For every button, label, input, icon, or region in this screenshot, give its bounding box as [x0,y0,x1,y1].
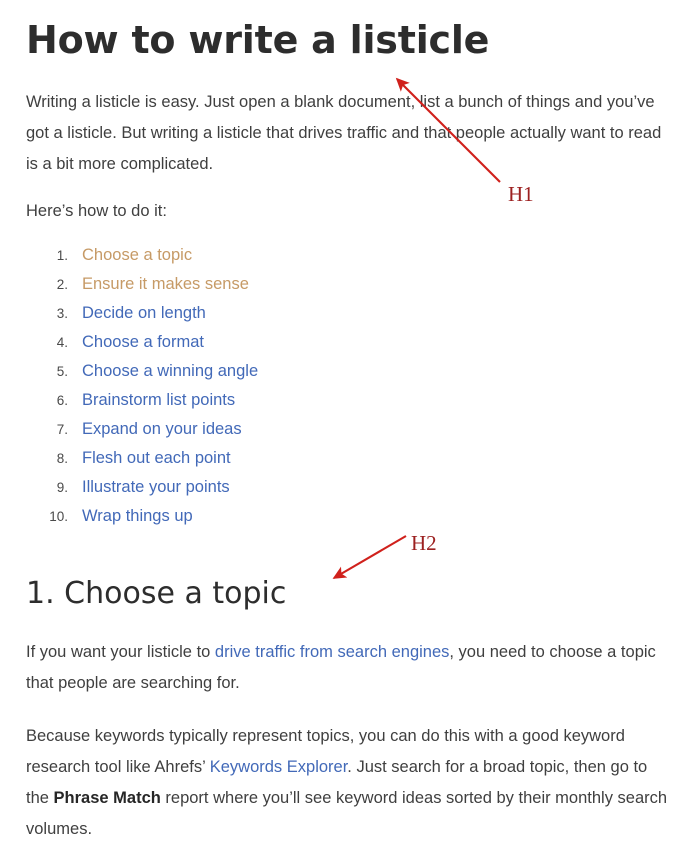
article-body: How to write a listicle Writing a listic… [26,0,674,845]
step-link[interactable]: Expand on your ideas [82,420,242,438]
list-item: Choose a winning angle [26,357,674,386]
intro-paragraph: Writing a listicle is easy. Just open a … [26,93,662,173]
step-link[interactable]: Ensure it makes sense [82,275,249,293]
list-item: Ensure it makes sense [26,270,674,299]
step-link[interactable]: Flesh out each point [82,449,231,467]
keyword-research-paragraph: Because keywords typically represent top… [26,721,674,845]
drive-traffic-link[interactable]: drive traffic from search engines [215,643,449,661]
section-paragraph: If you want your listicle to drive traff… [26,637,674,699]
section-heading: 1. Choose a topic [26,576,287,611]
section-paragraph-text-before: If you want your listicle to [26,643,215,661]
list-item: Brainstorm list points [26,386,674,415]
list-item: Decide on length [26,299,674,328]
step-link[interactable]: Brainstorm list points [82,391,235,409]
list-item: Flesh out each point [26,444,674,473]
lead-in-paragraph: Here’s how to do it: [26,202,167,220]
list-item: Choose a topic [26,241,674,270]
steps-list: Choose a topic Ensure it makes sense Decid… [26,241,674,531]
list-item: Illustrate your points [26,473,674,502]
step-link[interactable]: Decide on length [82,304,206,322]
page-title: How to write a listicle [26,18,490,62]
step-link[interactable]: Illustrate your points [82,478,230,496]
step-link[interactable]: Choose a winning angle [82,362,258,380]
list-item: Expand on your ideas [26,415,674,444]
list-item: Choose a format [26,328,674,357]
keywords-explorer-link[interactable]: Keywords Explorer [210,758,348,776]
article-page: How to write a listicle Writing a listic… [0,0,700,838]
list-item: Wrap things up [26,502,674,531]
step-link[interactable]: Choose a format [82,333,204,351]
step-link[interactable]: Wrap things up [82,507,193,525]
step-link[interactable]: Choose a topic [82,246,192,264]
phrase-match-emphasis: Phrase Match [53,789,161,807]
